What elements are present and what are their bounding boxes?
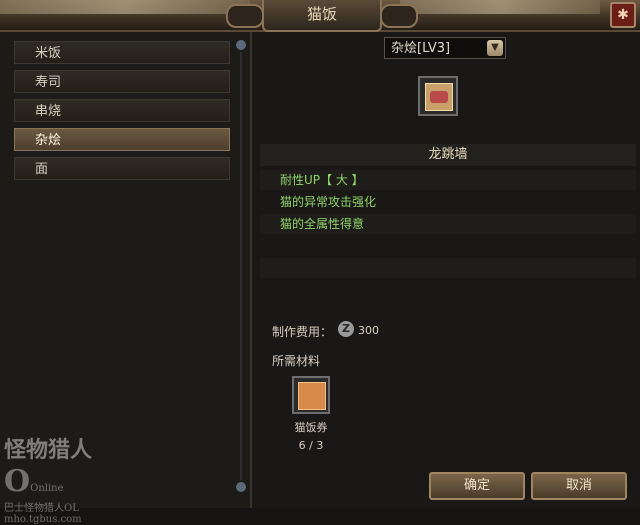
title-ornament-left-icon: [226, 4, 264, 28]
effect-text: 猫的全属性得意: [280, 217, 365, 231]
detail-panel: 杂烩[LV3] ▼ 龙跳墙 耐性UP【 大 】 猫的异常攻击强化 猫的全属性得意…: [252, 32, 640, 508]
confirm-button[interactable]: 确定: [429, 472, 525, 500]
scroll-down-icon[interactable]: [236, 482, 246, 492]
window-title: 猫饭: [262, 0, 382, 32]
effect-text: 耐性UP【 大 】: [280, 173, 364, 187]
chevron-down-icon[interactable]: ▼: [487, 40, 503, 56]
cost-label: 制作费用：: [272, 325, 333, 339]
scroll-up-icon[interactable]: [236, 40, 246, 50]
category-item-skewer[interactable]: 串烧: [14, 99, 230, 122]
scroll-track-line: [240, 52, 242, 480]
effect-row: 耐性UP【 大 】: [260, 170, 636, 190]
materials-label: 所需材料: [272, 354, 321, 368]
title-bar-ornament-left: [0, 0, 250, 14]
dish-name: 龙跳墙: [260, 144, 636, 166]
category-scrollbar[interactable]: [236, 40, 246, 492]
effect-row-empty: [260, 236, 636, 256]
title-bar-ornament-right: [400, 0, 600, 14]
category-list: 米饭 寿司 串烧 杂烩 面 怪物猎人OOnline 巴士怪物猎人OL mho.t…: [0, 32, 252, 525]
category-item-rice[interactable]: 米饭: [14, 41, 230, 64]
effect-row-empty: [260, 258, 636, 278]
effect-row: 猫的异常攻击强化: [260, 192, 636, 212]
cost-value: 300: [358, 324, 379, 337]
effect-text: 猫的异常攻击强化: [280, 195, 377, 209]
level-select-value: 杂烩[LV3]: [391, 41, 451, 56]
material-name: 猫饭券: [294, 421, 328, 434]
effect-row-empty: [260, 280, 636, 300]
close-button[interactable]: ✱: [610, 2, 636, 28]
level-select[interactable]: 杂烩[LV3] ▼: [384, 37, 506, 59]
meal-ticket-icon[interactable]: [292, 376, 330, 414]
title-ornament-right-icon: [380, 4, 418, 28]
category-item-stew[interactable]: 杂烩: [14, 128, 230, 151]
cancel-button[interactable]: 取消: [531, 472, 627, 500]
material-count: 6 / 3: [298, 439, 324, 452]
watermark-logo: 怪物猎人OOnline 巴士怪物猎人OL mho.tgbus.com: [4, 437, 93, 525]
title-bar: 猫饭 ✱: [0, 0, 640, 32]
category-item-noodle[interactable]: 面: [14, 157, 230, 180]
effect-row: 猫的全属性得意: [260, 214, 636, 234]
zenny-icon: Z: [338, 321, 354, 337]
cat-meal-icon: [418, 76, 458, 116]
category-item-sushi[interactable]: 寿司: [14, 70, 230, 93]
